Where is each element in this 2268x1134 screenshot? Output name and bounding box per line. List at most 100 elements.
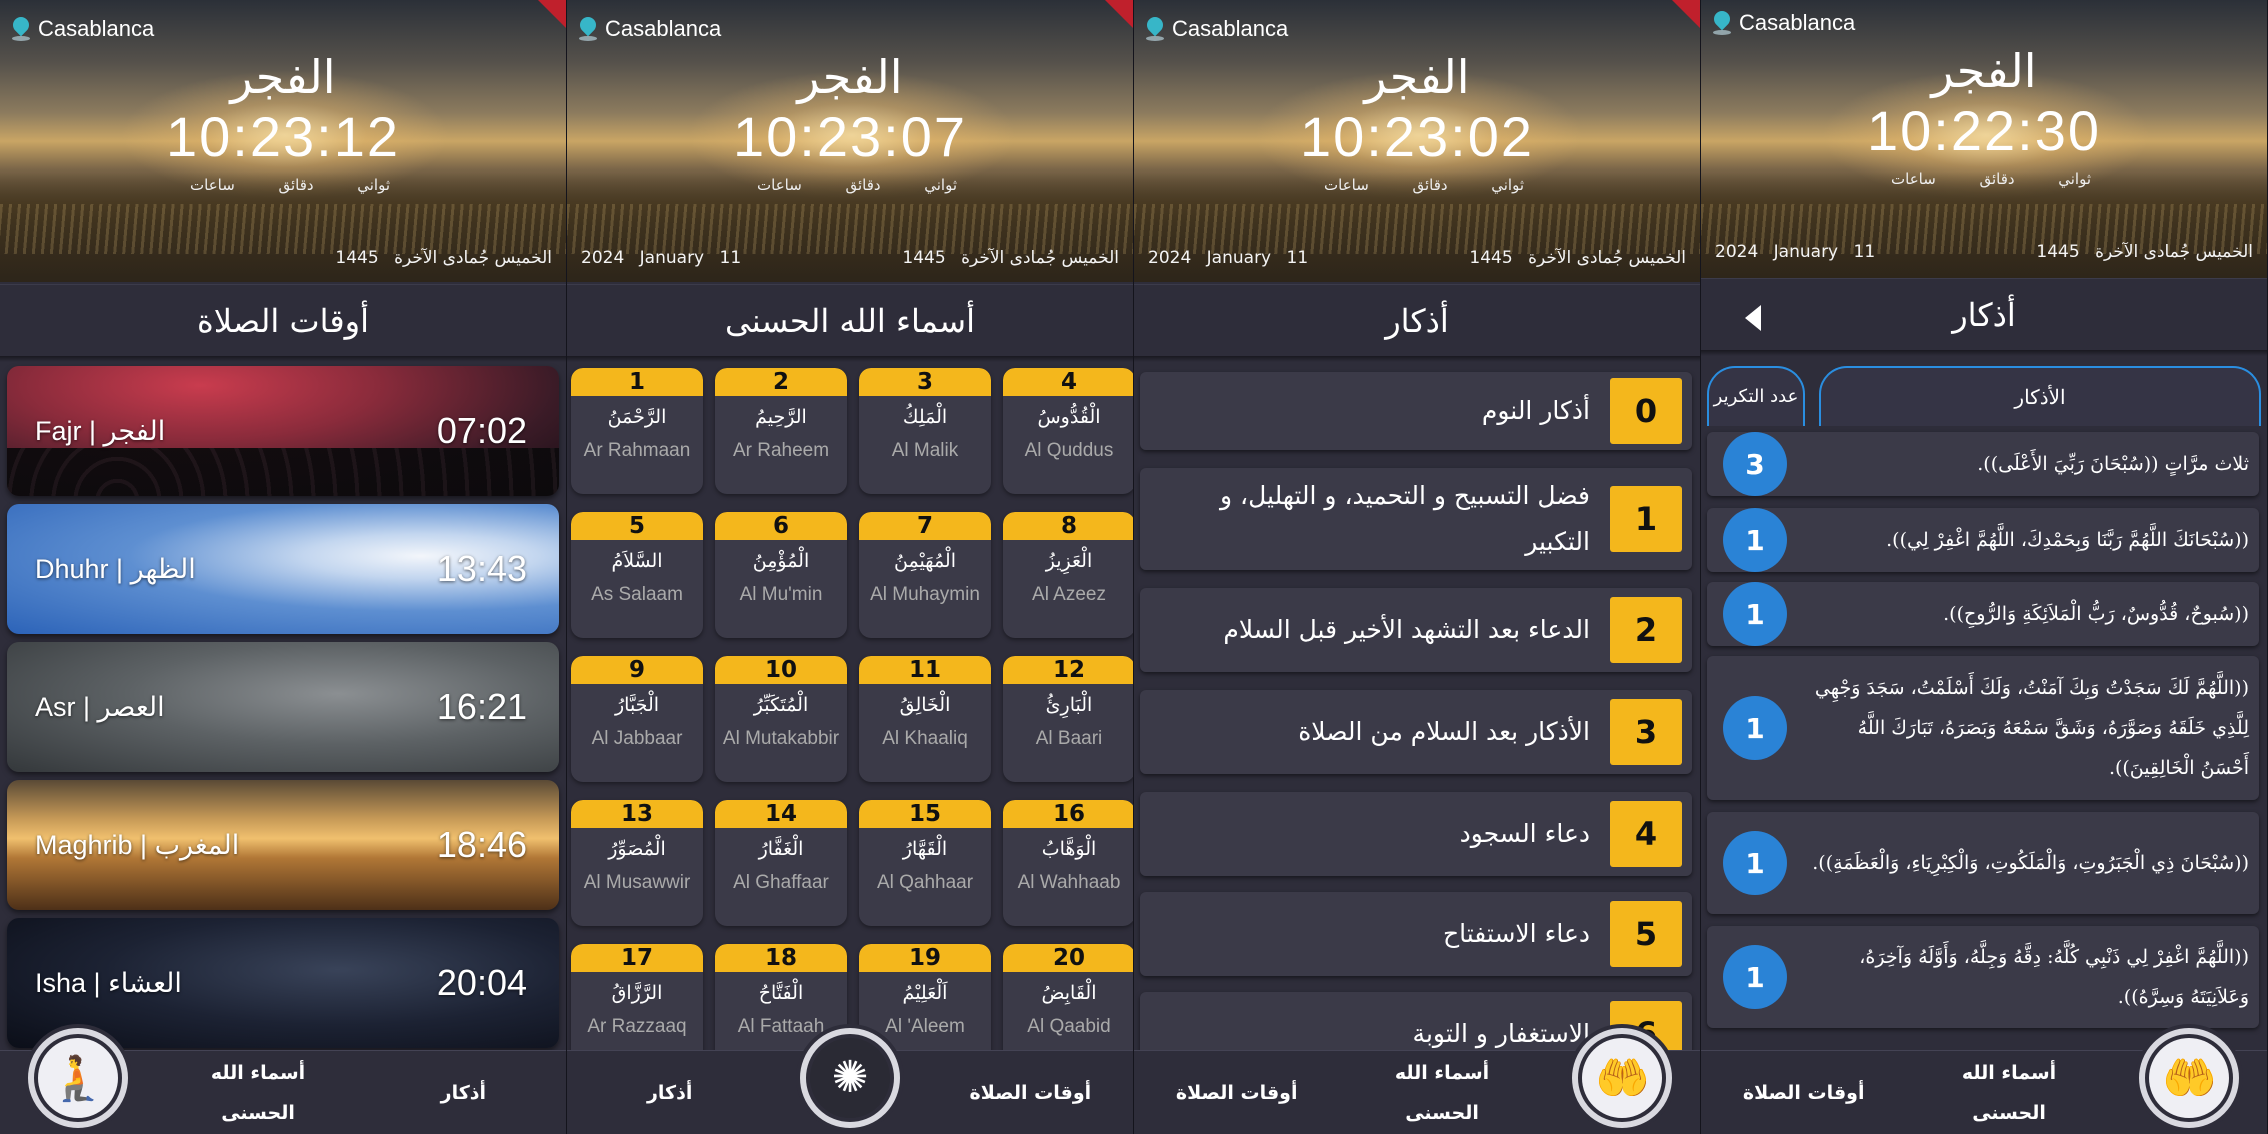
nav-names[interactable]: أسماء الله الحسنى (1367, 1053, 1517, 1133)
name-arabic: الْقَهَّارُ (902, 838, 948, 860)
adhkar-item-number: 0 (1610, 378, 1682, 444)
name-transliteration: Al Musawwir (583, 872, 691, 893)
name-card[interactable]: 3 الْمَلِكُ Al Malik (859, 368, 991, 494)
name-transliteration: Al Khaaliq (882, 728, 968, 749)
adhkar-list-screen: Casablanca الفجر 10:23:02 ثواني دقائق سا… (1134, 0, 1700, 1134)
prayer-card-time: 16:21 (436, 686, 527, 727)
name-card[interactable]: 15 الْقَهَّارُ Al Qahhaar (859, 800, 991, 926)
location[interactable]: Casablanca (12, 16, 154, 42)
adhkar-item-title: الأذكار بعد السلام من الصلاة (1298, 717, 1590, 746)
name-transliteration: Al Qaabid (1027, 1016, 1111, 1037)
adhkar-item[interactable]: فضل التسبيح و التحميد، و التهليل، و التك… (1140, 468, 1692, 570)
dhikr-row: 3 ثلاث مرَّاتٍ ((سُبْحَانَ رَبِّيَ الأَع… (1707, 432, 2259, 496)
location[interactable]: Casablanca (1146, 16, 1288, 42)
allah-calligraphy-icon: ✺ (810, 1037, 891, 1118)
countdown-units: ثواني دقائق ساعات (1891, 170, 2091, 188)
name-card[interactable]: 9 الْجَبَّارُ Al Jabbaar (571, 656, 703, 782)
name-card[interactable]: 16 الْوَهَّابُ Al Wahhaab (1003, 800, 1133, 926)
name-card[interactable]: 4 الْقُدُّوسُ Al Quddus (1003, 368, 1133, 494)
dhikr-text: ((اللَّهُمَّ اغْفِرْ لِي ذَنْبِي كُلَّهُ… (1859, 946, 2249, 1008)
back-arrow-icon[interactable] (1745, 305, 1761, 331)
dhikr-text: ((سُبْحَانَ ذِي الْجَبَرُوتِ، وَالْمَلَك… (1812, 852, 2249, 874)
nav-names-active[interactable]: ✺ (800, 1027, 901, 1128)
prayer-card-time: 18:46 (436, 824, 527, 865)
location[interactable]: Casablanca (1713, 10, 1855, 36)
name-transliteration: Ar Raheem (732, 440, 830, 461)
nav-prayer-times[interactable]: أوقات الصلاة (1729, 1073, 1879, 1113)
prayer-card-name: Maghrib | المغرب (35, 829, 240, 860)
name-card[interactable]: 10 الْمُتَكَبِّرُ Al Mutakabbir (715, 656, 847, 782)
nav-prayer-times[interactable]: أوقات الصلاة (1162, 1073, 1312, 1113)
adhkar-item[interactable]: أذكار النوم 0 (1140, 372, 1692, 450)
repeat-count[interactable]: 1 (1723, 831, 1787, 895)
adhkar-item[interactable]: دعاء الاستفتاح 5 (1140, 892, 1692, 976)
name-arabic: السَّلاَمُ (611, 550, 663, 572)
name-transliteration: Al Muhaymin (870, 584, 980, 605)
name-card[interactable]: 2 الرَّحِيمُ Ar Raheem (715, 368, 847, 494)
prayer-card-dhuhr[interactable]: Dhuhr | الظهر 13:43 (7, 504, 559, 634)
name-arabic: الْمُتَكَبِّرُ (753, 694, 809, 716)
dhikr-text: ((سُبْحَانَكَ اللَّهُمَّ رَبَّنَا وَبِحَ… (1886, 529, 2249, 551)
name-arabic: الْعَزِيزُ (1045, 550, 1093, 572)
name-card[interactable]: 12 الْبَارِئُ Al Baari (1003, 656, 1133, 782)
prayer-card-time: 07:02 (436, 410, 527, 451)
prayer-card-maghrib[interactable]: Maghrib | المغرب 18:46 (7, 780, 559, 910)
adhkar-item[interactable]: الأذكار بعد السلام من الصلاة 3 (1140, 690, 1692, 774)
repeat-count[interactable]: 1 (1723, 508, 1787, 572)
nav-prayer-times[interactable]: أوقات الصلاة (955, 1073, 1105, 1113)
repeat-count[interactable]: 1 (1723, 945, 1787, 1009)
tab-adhkar[interactable]: الأذكار (1819, 366, 2261, 426)
dhikr-row: 1 ((سُبوحٌ، قُدُّوسٌ، رَبُّ الْمَلاَئِكَ… (1707, 582, 2259, 646)
hijri-date: الخميس جُمادى الآخرة 1445 (1469, 248, 1686, 268)
dhikr-text: ((اللَّهُمَّ لَكَ سَجَدْتُ وَبِكَ آمَنْت… (1814, 677, 2249, 779)
name-transliteration: Al 'Aleem (885, 1016, 965, 1037)
name-number: 2 (715, 368, 847, 396)
prayer-card-asr[interactable]: Asr | العصر 16:21 (7, 642, 559, 772)
names-grid: 1 الرَّحْمَنُ Ar Rahmaan 2 الرَّحِيمُ Ar Rahe… (571, 368, 1133, 1070)
name-card[interactable]: 5 السَّلاَمُ As Salaam (571, 512, 703, 638)
name-number: 19 (859, 944, 991, 972)
location-pin-icon (579, 17, 597, 41)
nav-adhkar[interactable]: أذكار (388, 1073, 538, 1113)
page-title: أسماء الله الحسنى (567, 284, 1133, 362)
tab-repeat-count[interactable]: عدد التكرير (1707, 366, 1805, 426)
nav-prayer-times-active[interactable]: 🧎 (27, 1027, 128, 1128)
nav-names[interactable]: أسماء الله الحسنى (1934, 1053, 2084, 1133)
name-card[interactable]: 14 الْغَفَّارُ Al Ghaffaar (715, 800, 847, 926)
adhkar-item-title: دعاء الاستفتاح (1442, 919, 1590, 948)
nav-adhkar-active[interactable]: 🤲 (1572, 1027, 1673, 1128)
name-card[interactable]: 11 الْخَالِقُ Al Khaaliq (859, 656, 991, 782)
name-arabic: الْجَبَّارُ (614, 694, 660, 716)
countdown-units: ثواني دقائق ساعات (1324, 176, 1524, 194)
date-row: 2024 January 11 الخميس جُمادى الآخرة 144… (1715, 242, 2253, 262)
dhikr-text: ثلاث مرَّاتٍ ((سُبْحَانَ رَبِّيَ الأَعْل… (1977, 453, 2249, 475)
unit-minutes: دقائق (1412, 176, 1448, 194)
date-row: 2024 January 11 الخميس جُمادى الآخرة 144… (581, 248, 1119, 268)
countdown-clock: 10:23:12 (166, 105, 400, 168)
name-card[interactable]: 13 الْمُصَوِّرُ Al Musawwir (571, 800, 703, 926)
name-card[interactable]: 1 الرَّحْمَنُ Ar Rahmaan (571, 368, 703, 494)
header-banner: Casablanca الفجر 10:22:30 ثواني دقائق سا… (1701, 0, 2267, 282)
repeat-count[interactable]: 1 (1723, 696, 1787, 760)
adhkar-item[interactable]: الدعاء بعد التشهد الأخير قبل السلام 2 (1140, 588, 1692, 672)
prayer-times-screen: Casablanca الفجر 10:23:12 ثواني دقائق سا… (0, 0, 566, 1134)
name-card[interactable]: 6 الْمُؤْمِنُ Al Mu'min (715, 512, 847, 638)
unit-seconds: ثواني (2058, 170, 2091, 188)
nav-names[interactable]: أسماء الله الحسنى (183, 1053, 333, 1133)
adhkar-item[interactable]: دعاء السجود 4 (1140, 792, 1692, 876)
countdown-units: ثواني دقائق ساعات (757, 176, 957, 194)
bottom-nav: أذكار أسماء الله الحسنى 🧎 (0, 1027, 566, 1134)
name-arabic: الْقُدُّوسُ (1037, 406, 1101, 428)
nav-adhkar[interactable]: أذكار (595, 1073, 745, 1113)
name-card[interactable]: 8 الْعَزِيزُ Al Azeez (1003, 512, 1133, 638)
name-card[interactable]: 7 الْمُهَيْمِنُ Al Muhaymin (859, 512, 991, 638)
repeat-count[interactable]: 3 (1723, 432, 1787, 496)
repeat-count[interactable]: 1 (1723, 582, 1787, 646)
location[interactable]: Casablanca (579, 16, 721, 42)
nav-adhkar-active[interactable]: 🤲 (2139, 1027, 2240, 1128)
unit-hours: ساعات (1891, 170, 1936, 188)
dhikr-text: ((سُبوحٌ، قُدُّوسٌ، رَبُّ الْمَلاَئِكَةِ… (1943, 603, 2249, 625)
prayer-card-fajr[interactable]: Fajr | الفجر 07:02 (7, 366, 559, 496)
name-transliteration: Ar Razzaaq (587, 1016, 687, 1037)
hijri-date: الخميس جُمادى الآخرة 1445 (335, 248, 552, 268)
